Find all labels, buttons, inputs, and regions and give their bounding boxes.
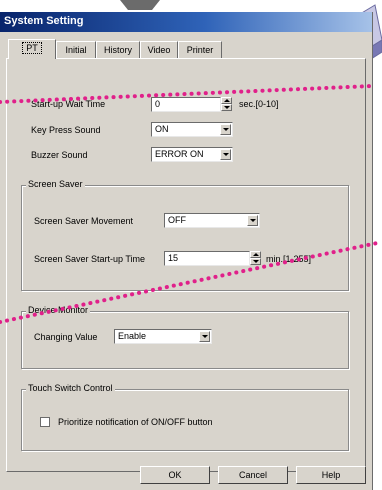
screen-saver-startup-field[interactable]: 15 — [164, 251, 250, 266]
tab-printer-label: Printer — [186, 45, 214, 55]
startup-wait-field[interactable]: 0 — [151, 97, 221, 112]
tab-history-label: History — [103, 45, 132, 55]
key-press-label: Key Press Sound — [31, 125, 101, 135]
ok-button[interactable]: OK — [140, 466, 210, 484]
tab-history[interactable]: History — [96, 41, 140, 58]
spin-up-icon[interactable] — [221, 97, 232, 104]
device-monitor-group-title: Device Monitor — [26, 305, 91, 315]
screen-saver-group-title: Screen Saver — [26, 179, 85, 189]
device-monitor-group: Device Monitor Changing Value Enable — [21, 305, 349, 369]
screen-saver-startup-value: 15 — [168, 253, 179, 263]
window-title: System Setting — [4, 15, 84, 27]
key-press-value: ON — [155, 124, 169, 134]
tab-printer[interactable]: Printer — [178, 41, 222, 58]
key-press-dropdown[interactable]: ON — [151, 122, 233, 137]
tab-video-label: Video — [147, 45, 171, 55]
cancel-button-label: Cancel — [238, 470, 267, 480]
tab-initial[interactable]: Initial — [56, 41, 96, 58]
chevron-down-icon[interactable] — [220, 124, 231, 135]
ok-button-label: OK — [168, 470, 182, 480]
tab-pt[interactable]: PT — [8, 39, 56, 59]
chevron-down-icon[interactable] — [247, 215, 258, 226]
screen-saver-startup-label: Screen Saver Start-up Time — [34, 254, 146, 264]
chevron-down-icon[interactable] — [199, 331, 210, 342]
startup-wait-value: 0 — [155, 99, 161, 109]
screen-saver-movement-dropdown[interactable]: OFF — [164, 213, 260, 228]
tab-initial-label: Initial — [65, 45, 87, 55]
changing-value-label: Changing Value — [34, 332, 98, 342]
prioritize-checkbox-label[interactable]: Prioritize notification of ON/OFF button — [58, 417, 213, 427]
title-bar[interactable]: System Setting — [0, 12, 372, 32]
screen-saver-startup-spinner[interactable] — [250, 251, 261, 266]
chevron-down-icon[interactable] — [220, 149, 231, 160]
changing-value-dropdown[interactable]: Enable — [114, 329, 212, 344]
help-button[interactable]: Help — [296, 466, 366, 484]
prioritize-checkbox[interactable] — [40, 417, 50, 427]
startup-wait-spinner[interactable] — [221, 97, 232, 112]
spin-down-icon[interactable] — [250, 258, 261, 265]
screen-saver-group: Screen Saver Screen Saver Movement OFF S… — [21, 179, 349, 291]
screen-saver-movement-value: OFF — [168, 215, 186, 225]
tab-video[interactable]: Video — [140, 41, 178, 58]
touch-switch-group-title: Touch Switch Control — [26, 383, 115, 393]
tab-pt-label: PT — [22, 42, 42, 54]
buzzer-value: ERROR ON — [155, 149, 204, 159]
tab-panel-pt: Start-up Wait Time 0 sec.[0-10] Key Pres… — [6, 58, 366, 472]
system-setting-dialog: System Setting PT Initial History Video … — [0, 12, 373, 490]
help-button-label: Help — [321, 470, 341, 480]
buzzer-label: Buzzer Sound — [31, 150, 88, 160]
decorative-top-shape — [120, 0, 160, 10]
startup-wait-unit: sec.[0-10] — [239, 99, 279, 109]
changing-value-value: Enable — [118, 331, 147, 341]
screenshot-stage: System Setting PT Initial History Video … — [0, 0, 382, 490]
startup-wait-label: Start-up Wait Time — [31, 99, 106, 109]
screen-saver-movement-label: Screen Saver Movement — [34, 216, 134, 226]
buzzer-dropdown[interactable]: ERROR ON — [151, 147, 233, 162]
touch-switch-group: Touch Switch Control Prioritize notifica… — [21, 383, 349, 451]
spin-down-icon[interactable] — [221, 104, 232, 111]
spin-up-icon[interactable] — [250, 251, 261, 258]
screen-saver-startup-unit: min.[1-255] — [266, 254, 312, 264]
cancel-button[interactable]: Cancel — [218, 466, 288, 484]
